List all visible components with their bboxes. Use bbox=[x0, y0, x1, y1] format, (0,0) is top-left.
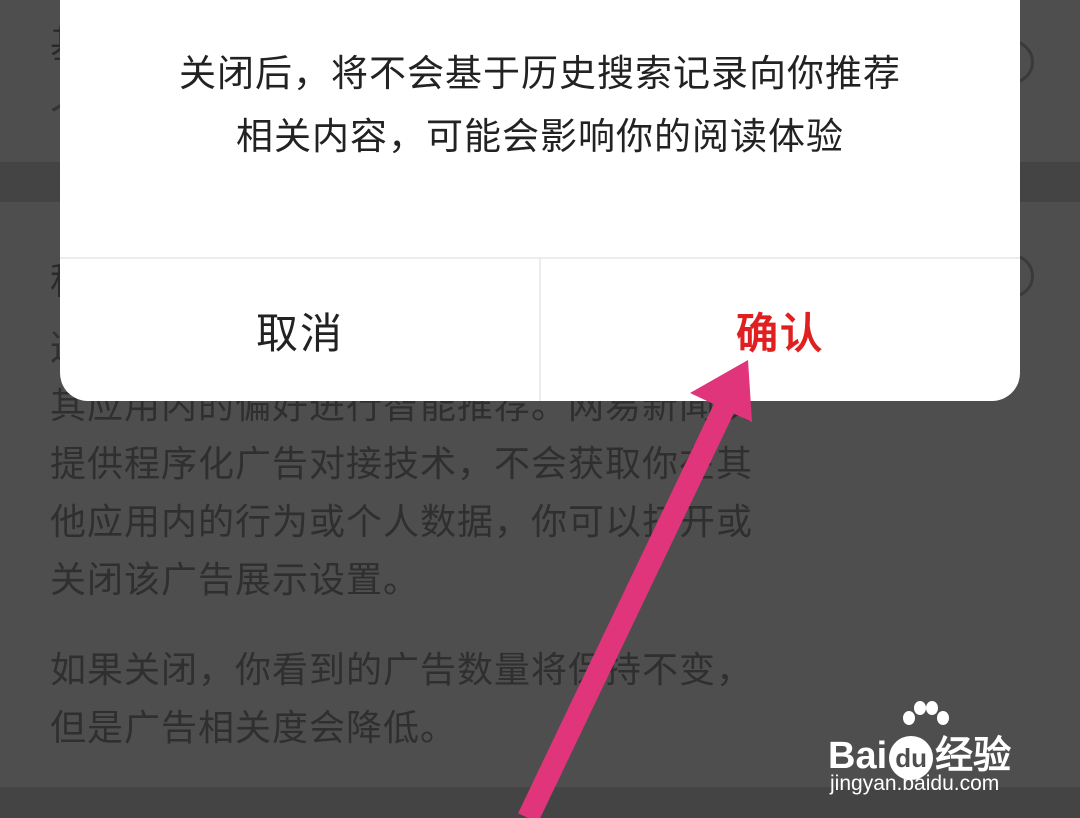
ads-note: 如果关闭，你看到的广告数量将保持不变， 但是广告相关度会降低。 bbox=[50, 642, 850, 758]
cancel-button[interactable]: 取消 bbox=[60, 259, 540, 401]
ads-description-line: 他应用内的行为或个人数据，你可以打开或 bbox=[50, 502, 754, 543]
confirm-dialog: 关闭后，将不会基于历史搜索记录向你推荐 相关内容，可能会影响你的阅读体验 取消 … bbox=[60, 0, 1020, 401]
ads-note-line: 如果关闭，你看到的广告数量将保持不变， bbox=[50, 650, 754, 691]
ads-description-line: 提供程序化广告对接技术，不会获取你在其 bbox=[50, 444, 754, 485]
dialog-message-line: 相关内容，可能会影响你的阅读体验 bbox=[236, 115, 844, 158]
confirm-button[interactable]: 确认 bbox=[540, 259, 1020, 401]
watermark-logo-prefix: Bai bbox=[828, 735, 888, 777]
ads-description-line: 关闭该广告展示设置。 bbox=[50, 560, 421, 601]
dialog-message: 关闭后，将不会基于历史搜索记录向你推荐 相关内容，可能会影响你的阅读体验 bbox=[100, 42, 980, 168]
ads-note-line: 但是广告相关度会降低。 bbox=[50, 708, 458, 749]
dialog-message-line: 关闭后，将不会基于历史搜索记录向你推荐 bbox=[179, 52, 901, 95]
watermark-url: jingyan.baidu.com bbox=[830, 772, 1000, 795]
baidu-jingyan-watermark: Bai du 经验 jingyan.baidu.com bbox=[828, 700, 1068, 800]
watermark-logo-suffix: 经验 bbox=[935, 735, 1012, 777]
